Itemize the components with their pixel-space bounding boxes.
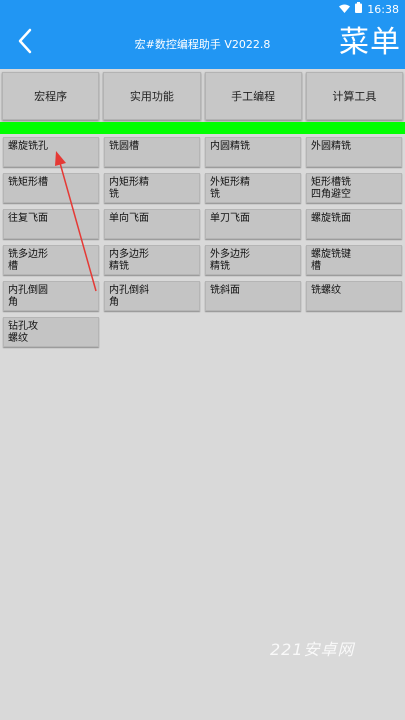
- function-button[interactable]: 往复飞面: [3, 209, 99, 239]
- function-button[interactable]: 铣圆槽: [104, 137, 200, 167]
- tab-utilities[interactable]: 实用功能: [103, 72, 201, 120]
- menu-button[interactable]: 菜单: [339, 23, 401, 63]
- status-time: 16:38: [367, 2, 399, 16]
- tab-macro-program[interactable]: 宏程序: [2, 72, 100, 120]
- function-button[interactable]: 矩形槽铣 四角避空: [306, 173, 402, 203]
- function-button[interactable]: 内多边形 精铣: [104, 245, 200, 275]
- function-button[interactable]: 铣矩形槽: [3, 173, 99, 203]
- function-button[interactable]: 铣螺纹: [306, 281, 402, 311]
- status-bar: 16:38: [0, 0, 405, 17]
- function-button[interactable]: 铣多边形 槽: [3, 245, 99, 275]
- function-button[interactable]: 外矩形精 铣: [205, 173, 301, 203]
- separator-bar: [0, 122, 405, 134]
- function-button[interactable]: 外圆精铣: [306, 137, 402, 167]
- function-button[interactable]: 螺旋铣孔: [3, 137, 99, 167]
- function-button[interactable]: 内矩形精 铣: [104, 173, 200, 203]
- function-button[interactable]: 内孔倒斜 角: [104, 281, 200, 311]
- status-icons: 16:38: [339, 2, 399, 16]
- battery-icon: [355, 2, 363, 16]
- function-button[interactable]: 内孔倒圆 角: [3, 281, 99, 311]
- function-button[interactable]: 单刀飞面: [205, 209, 301, 239]
- wifi-icon: [339, 3, 351, 16]
- function-button[interactable]: 螺旋铣键 槽: [306, 245, 402, 275]
- function-button[interactable]: 钻孔攻 螺纹: [3, 317, 99, 347]
- watermark: 221安卓网: [270, 640, 355, 659]
- tab-calc-tools[interactable]: 计算工具: [305, 72, 403, 120]
- category-tabs: 宏程序 实用功能 手工编程 计算工具: [2, 72, 403, 120]
- function-button[interactable]: 内圆精铣: [205, 137, 301, 167]
- function-button[interactable]: 铣斜面: [205, 281, 301, 311]
- tab-manual-programming[interactable]: 手工编程: [204, 72, 302, 120]
- function-grid: 螺旋铣孔 铣圆槽 内圆精铣 外圆精铣 铣矩形槽 内矩形精 铣 外矩形精 铣 矩形…: [3, 137, 402, 347]
- function-button[interactable]: 螺旋铣面: [306, 209, 402, 239]
- function-button[interactable]: 外多边形 精铣: [205, 245, 301, 275]
- function-button[interactable]: 单向飞面: [104, 209, 200, 239]
- app-bar: 宏#数控编程助手 V2022.8 菜单: [0, 17, 405, 69]
